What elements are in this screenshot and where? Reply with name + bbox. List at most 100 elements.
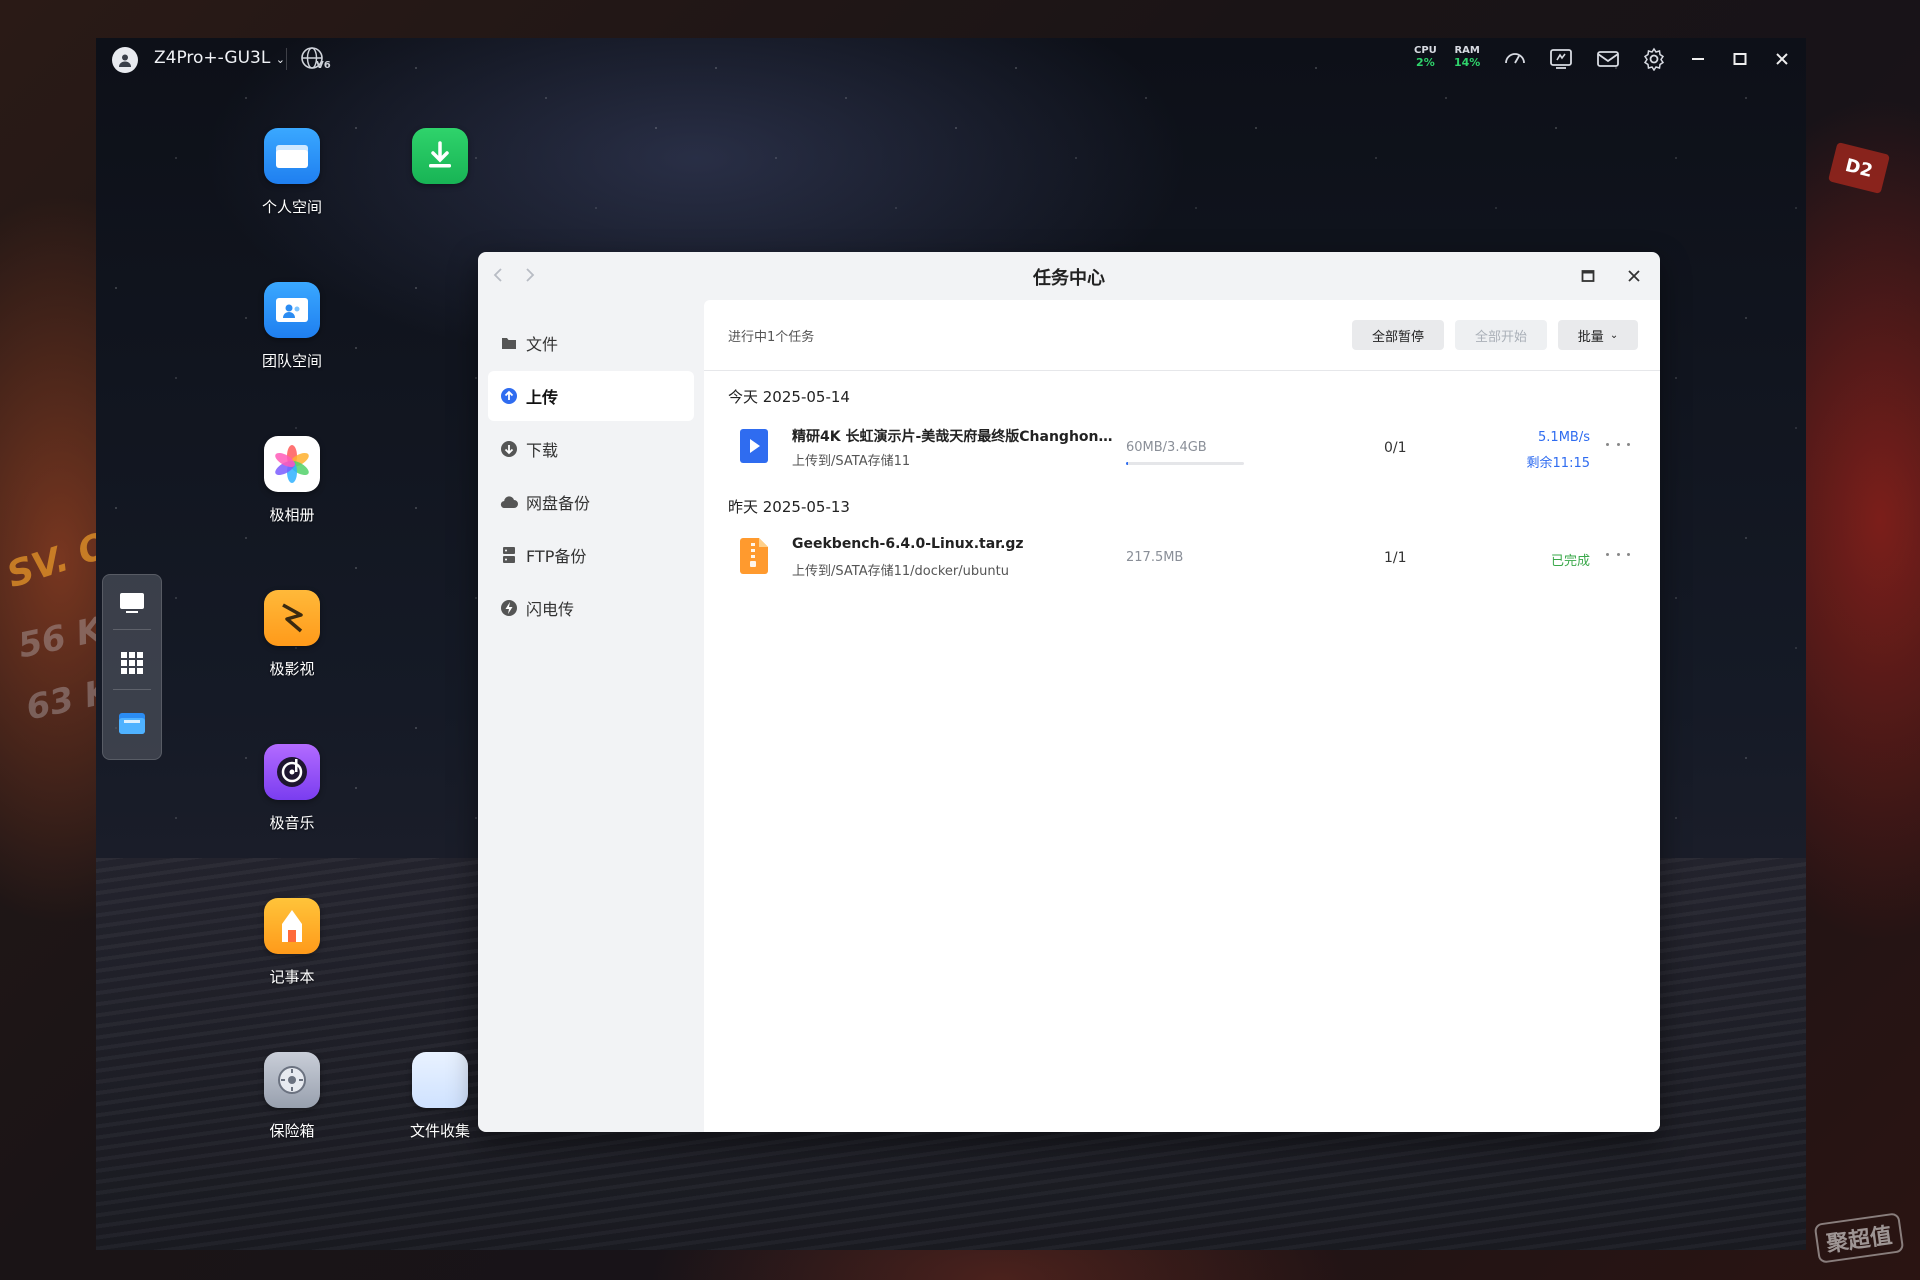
sidebar-item-label: 闪电传	[526, 600, 575, 619]
folder-icon	[500, 334, 518, 352]
desktop-icon-team-space[interactable]: 团队空间	[247, 282, 337, 371]
sidebar-item-label: 网盘备份	[526, 494, 591, 513]
desktop-icon-personal-space[interactable]: 个人空间	[247, 128, 337, 217]
sidebar-item-upload[interactable]: 上传	[488, 371, 694, 421]
user-icon	[119, 54, 131, 67]
desktop-icon-safe[interactable]: 保险箱	[247, 1052, 337, 1141]
desktop-icon-label: 团队空间	[261, 352, 322, 370]
dock	[102, 574, 162, 760]
cloud-icon	[500, 493, 518, 511]
task-size: 217.5MB	[1126, 550, 1184, 565]
divider	[113, 689, 151, 690]
sidebar-item-flash-transfer[interactable]: 闪电传	[488, 583, 694, 633]
collect-icon	[412, 1052, 468, 1108]
notepad-icon	[264, 898, 320, 954]
dock-apps-button[interactable]	[118, 649, 146, 677]
sidebar-item-label: 上传	[526, 388, 559, 407]
desktop: Z4Pro+-GU3L ⌄ V6 CPU 2% RAM 14% 个人空间 团队空…	[96, 38, 1806, 1250]
desktop-icon-file-collect[interactable]: 文件收集	[395, 1052, 485, 1141]
task-row[interactable]: 精研4K 长虹演示片-美哉天府最终版Changhong演示片.mp4 上传到/S…	[704, 412, 1660, 482]
desktop-icon-label: 极音乐	[269, 814, 315, 832]
dock-desktop-button[interactable]	[118, 589, 146, 617]
batch-button[interactable]: 批量 ⌄	[1558, 320, 1638, 350]
avatar[interactable]	[112, 47, 138, 73]
sidebar-item-cloud-backup[interactable]: 网盘备份	[488, 477, 694, 527]
minimize-button[interactable]	[1685, 46, 1711, 72]
music-icon	[264, 744, 320, 800]
ram-stat[interactable]: RAM 14%	[1454, 45, 1480, 69]
desktop-icon-label: 极相册	[269, 506, 315, 524]
sidebar-item-ftp-backup[interactable]: FTP备份	[488, 530, 694, 580]
folder-icon	[264, 128, 320, 184]
desktop-icon-label: 保险箱	[269, 1122, 315, 1140]
minimize-icon	[1692, 58, 1704, 60]
download-icon	[412, 128, 468, 184]
more-options-button[interactable]	[1606, 548, 1630, 560]
sidebar-item-label: 文件	[526, 335, 559, 354]
desktop-icon-notepad[interactable]: 记事本	[247, 898, 337, 987]
desktop-icon-label: 个人空间	[261, 198, 322, 216]
task-center-window: 任务中心 文件 上传 下载 网盘备份 FTP备份 闪电传 进行中1个任务 全部暂…	[478, 252, 1660, 1132]
top-bar: Z4Pro+-GU3L ⌄ V6 CPU 2% RAM 14%	[96, 38, 1806, 80]
task-list-panel: 进行中1个任务 全部暂停 全部开始 批量 ⌄ 今天 2025-05-14 精研4…	[704, 300, 1660, 1132]
monitor-icon	[1550, 49, 1572, 69]
folder-icon	[119, 713, 145, 734]
ipv6-badge: V6	[316, 60, 331, 71]
close-icon	[1776, 53, 1788, 65]
close-button[interactable]	[1769, 46, 1795, 72]
device-name-menu[interactable]: Z4Pro+-GU3L ⌄	[154, 48, 285, 68]
film-icon	[264, 590, 320, 646]
device-name: Z4Pro+-GU3L	[154, 48, 271, 68]
window-maximize-button[interactable]	[1576, 264, 1600, 288]
archive-file-icon	[738, 537, 770, 575]
maximize-button[interactable]	[1727, 46, 1753, 72]
cpu-value: 2%	[1416, 56, 1435, 69]
start-all-button[interactable]: 全部开始	[1455, 320, 1547, 350]
task-destination: 上传到/SATA存储11	[792, 454, 911, 469]
safe-icon	[264, 1052, 320, 1108]
task-status: 已完成	[1550, 554, 1590, 569]
upload-icon	[500, 387, 518, 405]
app-grid-icon	[121, 652, 143, 674]
progress-fill	[1126, 462, 1129, 465]
download-icon	[500, 440, 518, 458]
desktop-icon-photos[interactable]: 极相册	[247, 436, 337, 525]
desktop-icon	[120, 593, 144, 613]
window-close-button[interactable]	[1622, 264, 1646, 288]
task-destination: 上传到/SATA存储11/docker/ubuntu	[792, 564, 1009, 579]
task-count: 1/1	[1384, 550, 1407, 566]
desktop-icon-download[interactable]	[395, 128, 485, 184]
cpu-stat[interactable]: CPU 2%	[1414, 45, 1437, 69]
network-globe-button[interactable]: V6	[300, 46, 331, 78]
team-folder-icon	[264, 282, 320, 338]
desktop-icon-label: 文件收集	[409, 1122, 470, 1140]
settings-button[interactable]	[1641, 46, 1667, 72]
more-options-button[interactable]	[1606, 438, 1630, 450]
sidebar-item-files[interactable]: 文件	[488, 318, 694, 368]
ftp-icon	[500, 546, 518, 564]
task-monitor-button[interactable]	[1548, 46, 1574, 72]
task-file-name: 精研4K 长虹演示片-美哉天府最终版Changhong演示片.mp4	[792, 429, 1114, 445]
chevron-down-icon: ⌄	[1609, 329, 1619, 341]
group-label: 今天 2025-05-14	[728, 388, 850, 406]
photo-flower-icon	[264, 436, 320, 492]
task-sidebar: 文件 上传 下载 网盘备份 FTP备份 闪电传	[478, 300, 704, 1132]
sidebar-item-download[interactable]: 下载	[488, 424, 694, 474]
task-row[interactable]: Geekbench-6.4.0-Linux.tar.gz 上传到/SATA存储1…	[704, 522, 1660, 592]
desktop-icon-music[interactable]: 极音乐	[247, 744, 337, 833]
lightning-icon	[500, 599, 518, 617]
desktop-icon-video[interactable]: 极影视	[247, 590, 337, 679]
window-header: 任务中心	[478, 252, 1660, 300]
ram-value: 14%	[1454, 56, 1481, 69]
gear-icon	[1643, 47, 1665, 71]
task-summary: 进行中1个任务	[728, 330, 815, 345]
speedometer-button[interactable]	[1502, 46, 1528, 72]
divider	[704, 370, 1660, 371]
maximize-icon	[1733, 53, 1747, 65]
mail-button[interactable]	[1595, 46, 1621, 72]
close-icon	[1628, 270, 1640, 282]
pause-all-button[interactable]: 全部暂停	[1352, 320, 1444, 350]
divider	[286, 48, 287, 70]
dock-files-button[interactable]	[118, 709, 146, 737]
group-label: 昨天 2025-05-13	[728, 498, 850, 516]
